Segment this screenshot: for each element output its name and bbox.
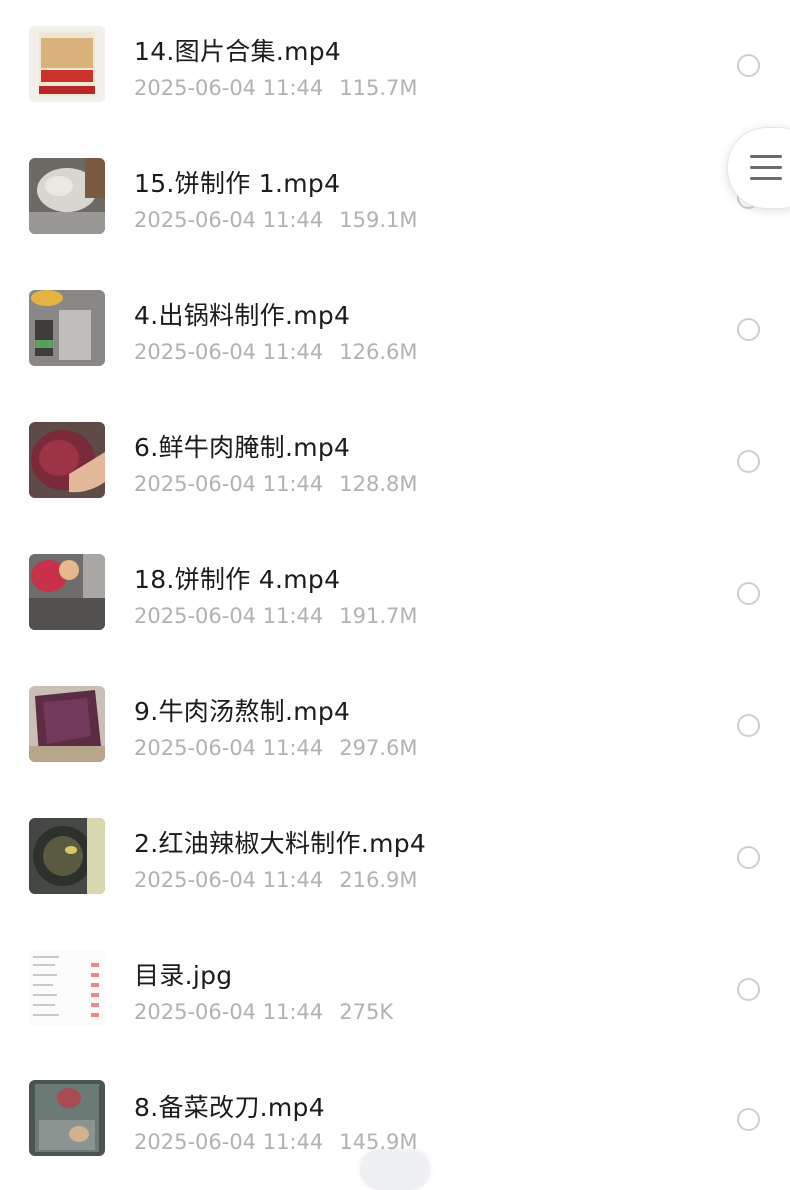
select-radio[interactable] (737, 714, 760, 737)
file-row[interactable]: 14.图片合集.mp4 2025-06-04 11:44 115.7M (0, 0, 790, 132)
file-name: 4.出锅料制作.mp4 (134, 301, 351, 330)
file-meta: 2025-06-04 11:44 297.6M (134, 736, 418, 760)
file-size: 275K (339, 1000, 394, 1024)
file-row[interactable]: 2.红油辣椒大料制作.mp4 2025-06-04 11:44 216.9M (0, 792, 790, 924)
file-row[interactable]: 目录.jpg 2025-06-04 11:44 275K (0, 924, 790, 1056)
file-name: 目录.jpg (134, 961, 233, 990)
file-meta: 2025-06-04 11:44 216.9M (134, 868, 418, 892)
file-size: 126.6M (339, 340, 418, 364)
video-thumbnail (29, 290, 105, 366)
file-size: 216.9M (339, 868, 418, 892)
file-date: 2025-06-04 11:44 (134, 472, 324, 496)
file-row[interactable]: 15.饼制作 1.mp4 2025-06-04 11:44 159.1M (0, 132, 790, 264)
video-thumbnail (29, 554, 105, 630)
file-date: 2025-06-04 11:44 (134, 340, 324, 364)
select-radio[interactable] (737, 54, 760, 77)
select-radio[interactable] (737, 846, 760, 869)
file-name: 14.图片合集.mp4 (134, 37, 342, 66)
file-date: 2025-06-04 11:44 (134, 736, 324, 760)
video-thumbnail (29, 1080, 105, 1156)
file-date: 2025-06-04 11:44 (134, 208, 324, 232)
file-size: 159.1M (339, 208, 418, 232)
file-name: 15.饼制作 1.mp4 (134, 169, 341, 198)
file-row[interactable]: 18.饼制作 4.mp4 2025-06-04 11:44 191.7M (0, 528, 790, 660)
video-thumbnail (29, 422, 105, 498)
hamburger-menu-icon (750, 155, 782, 188)
bottom-action-button[interactable] (360, 1150, 430, 1190)
file-size: 297.6M (339, 736, 418, 760)
file-row[interactable]: 9.牛肉汤熬制.mp4 2025-06-04 11:44 297.6M (0, 660, 790, 792)
file-meta: 2025-06-04 11:44 159.1M (134, 208, 418, 232)
file-name: 2.红油辣椒大料制作.mp4 (134, 829, 427, 858)
select-radio[interactable] (737, 450, 760, 473)
file-date: 2025-06-04 11:44 (134, 604, 324, 628)
file-date: 2025-06-04 11:44 (134, 76, 324, 100)
file-size: 128.8M (339, 472, 418, 496)
select-radio[interactable] (737, 1108, 760, 1131)
file-meta: 2025-06-04 11:44 275K (134, 1000, 393, 1024)
video-thumbnail (29, 818, 105, 894)
file-date: 2025-06-04 11:44 (134, 1000, 324, 1024)
file-meta: 2025-06-04 11:44 126.6M (134, 340, 418, 364)
file-name: 8.备菜改刀.mp4 (134, 1093, 325, 1122)
image-thumbnail (29, 950, 105, 1026)
video-thumbnail (29, 686, 105, 762)
file-date: 2025-06-04 11:44 (134, 1130, 324, 1154)
file-meta: 2025-06-04 11:44 191.7M (134, 604, 418, 628)
file-row[interactable]: 4.出锅料制作.mp4 2025-06-04 11:44 126.6M (0, 264, 790, 396)
file-name: 6.鲜牛肉腌制.mp4 (134, 433, 351, 462)
file-date: 2025-06-04 11:44 (134, 868, 324, 892)
file-name: 18.饼制作 4.mp4 (134, 565, 341, 594)
select-radio[interactable] (737, 582, 760, 605)
video-thumbnail (29, 26, 105, 102)
file-name: 9.牛肉汤熬制.mp4 (134, 697, 351, 726)
file-meta: 2025-06-04 11:44 128.8M (134, 472, 418, 496)
video-thumbnail (29, 158, 105, 234)
file-meta: 2025-06-04 11:44 115.7M (134, 76, 418, 100)
select-radio[interactable] (737, 978, 760, 1001)
select-radio[interactable] (737, 318, 760, 341)
file-row[interactable]: 6.鲜牛肉腌制.mp4 2025-06-04 11:44 128.8M (0, 396, 790, 528)
file-size: 191.7M (339, 604, 418, 628)
file-size: 115.7M (339, 76, 418, 100)
